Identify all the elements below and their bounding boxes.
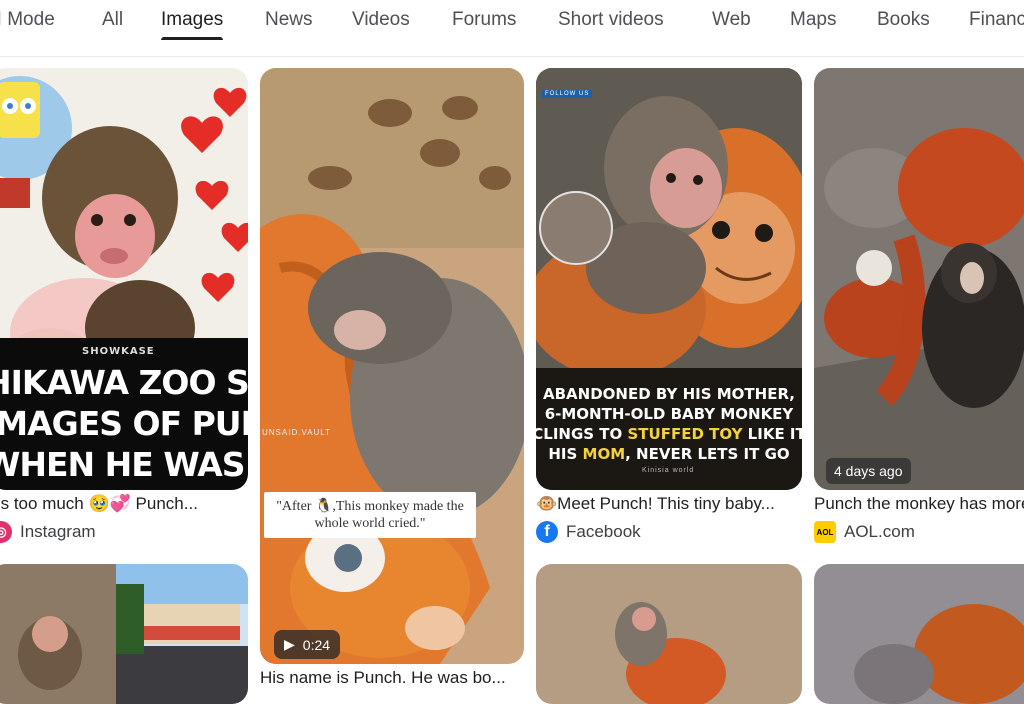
image-result-instagram[interactable]: SHOWKASE HIKAWA ZOO SHARES IMAGES OF PUN…: [0, 68, 248, 490]
image-result-monkey-closeup[interactable]: [814, 564, 1024, 704]
monkey-closeup-image: [814, 564, 1024, 704]
source-name-aol: AOL.com: [844, 522, 915, 541]
video-quote-overlay: "After 🐧,This monkey made the whole worl…: [264, 492, 476, 538]
monkey-on-rocks-with-toy-image: [814, 68, 1024, 490]
facebook-line-4: HIS MOM, NEVER LETS IT GO: [548, 445, 790, 463]
facebook-line-3: CLINGS TO STUFFED TOY LIKE IT: [536, 425, 802, 443]
tab-books[interactable]: Books: [877, 8, 930, 40]
source-name-instagram: Instagram: [20, 522, 96, 541]
tab-ai-mode[interactable]: AI Mode: [0, 8, 55, 40]
tab-web[interactable]: Web: [712, 8, 751, 40]
monkey-with-orange-toy-image: [260, 68, 524, 664]
facebook-icon: f: [536, 521, 558, 543]
image-result-facebook[interactable]: FOLLOW US ABANDONED BY HIS MOTHER, 6-MON…: [536, 68, 802, 490]
result-age-badge: 4 days ago: [826, 458, 911, 484]
image-result-zoo-photos[interactable]: [0, 564, 248, 704]
video-result-tiktok[interactable]: UNSAID.VAULT "After 🐧,This monkey made t…: [260, 68, 524, 664]
zoo-collage-image: [0, 564, 248, 704]
tab-forums[interactable]: Forums: [452, 8, 516, 40]
aol-icon: AOL: [814, 521, 836, 543]
facebook-line-2: 6-MONTH-OLD BABY MONKEY: [544, 405, 794, 423]
result-source-instagram[interactable]: ◎ Instagram: [0, 521, 96, 543]
facebook-headline: ABANDONED BY HIS MOTHER, 6-MONTH-OLD BAB…: [536, 384, 802, 464]
facebook-line-1: ABANDONED BY HIS MOTHER,: [543, 385, 795, 403]
headline-line-3: WHEN HE WAS A BABY: [0, 445, 248, 484]
search-tabs-bar: AI Mode All Images News Videos Forums Sh…: [0, 0, 1024, 57]
result-caption-tiktok[interactable]: His name is Punch. He was bo...: [260, 668, 522, 688]
monkey-with-toy-on-ground-image: [536, 564, 802, 704]
result-source-aol[interactable]: AOL AOL.com: [814, 521, 915, 543]
showkase-brand: SHOWKASE: [82, 346, 155, 357]
result-caption-instagram[interactable]: This is too much 🥹💞 Punch...: [0, 494, 246, 514]
instagram-icon: ◎: [0, 521, 12, 543]
headline-banner: SHOWKASE HIKAWA ZOO SHARES IMAGES OF PUN…: [0, 338, 248, 490]
result-caption-aol[interactable]: Punch the monkey has more: [814, 494, 1024, 514]
tab-all[interactable]: All: [102, 8, 123, 40]
image-result-aol[interactable]: 4 days ago: [814, 68, 1024, 490]
tab-short-videos[interactable]: Short videos: [558, 8, 664, 40]
headline-line-2: IMAGES OF PUNCH: [0, 404, 248, 443]
source-name-facebook: Facebook: [566, 522, 641, 541]
result-caption-facebook[interactable]: 🐵Meet Punch! This tiny baby...: [536, 494, 802, 514]
image-result-monkey-ground[interactable]: [536, 564, 802, 704]
tab-news[interactable]: News: [265, 8, 313, 40]
tab-images[interactable]: Images: [161, 8, 224, 40]
video-duration: 0:24: [302, 636, 331, 653]
tab-maps[interactable]: Maps: [790, 8, 836, 40]
tab-videos[interactable]: Videos: [352, 8, 410, 40]
video-watermark: UNSAID.VAULT: [262, 428, 332, 437]
image-signature: Kinisia world: [642, 467, 695, 474]
follow-us-tag: FOLLOW US: [542, 90, 593, 98]
play-icon: ▶: [284, 636, 295, 652]
tab-finance[interactable]: Finance: [969, 8, 1024, 40]
headline-line-1: HIKAWA ZOO SHARES: [0, 363, 248, 402]
result-source-facebook[interactable]: f Facebook: [536, 521, 641, 543]
video-duration-badge: ▶ 0:24: [274, 630, 341, 659]
